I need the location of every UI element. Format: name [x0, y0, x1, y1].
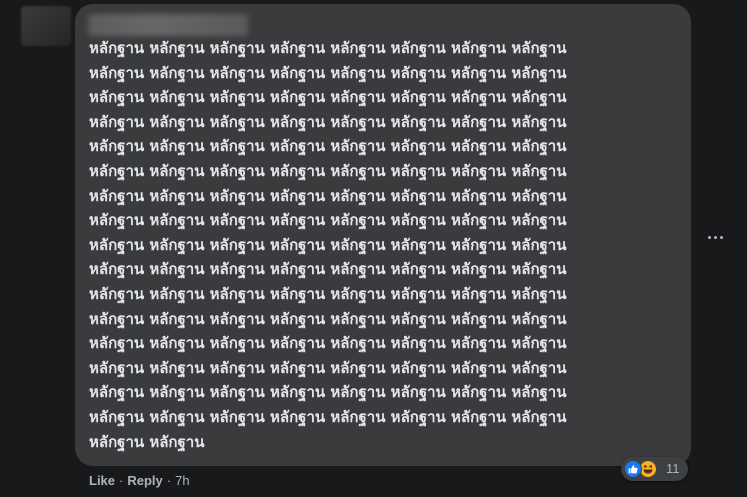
comment-line: หลักฐาน หลักฐาน หลักฐาน หลักฐาน หลักฐาน … — [89, 186, 567, 205]
like-link[interactable]: Like — [89, 473, 115, 488]
haha-face-glyph — [643, 465, 653, 474]
like-icon — [624, 460, 642, 478]
comment-line: หลักฐาน หลักฐาน หลักฐาน หลักฐาน หลักฐาน … — [89, 334, 567, 353]
comment-line: หลักฐาน หลักฐาน หลักฐาน หลักฐาน หลักฐาน … — [89, 88, 567, 107]
comment-line: หลักฐาน หลักฐาน หลักฐาน หลักฐาน หลักฐาน … — [89, 63, 567, 82]
comment-line: หลักฐาน หลักฐาน หลักฐาน หลักฐาน หลักฐาน … — [89, 39, 567, 57]
comment-line: หลักฐาน หลักฐาน หลักฐาน หลักฐาน หลักฐาน … — [89, 284, 567, 303]
comment-text: หลักฐาน หลักฐาน หลักฐาน หลักฐาน หลักฐาน … — [89, 36, 679, 454]
reactions-summary[interactable]: 11 — [621, 457, 688, 481]
comment-line: หลักฐาน หลักฐาน — [89, 432, 205, 451]
timestamp[interactable]: 7h — [175, 473, 189, 488]
reaction-count: 11 — [666, 461, 680, 476]
comment-line: หลักฐาน หลักฐาน หลักฐาน หลักฐาน หลักฐาน … — [89, 235, 567, 254]
comment-line: หลักฐาน หลักฐาน หลักฐาน หลักฐาน หลักฐาน … — [89, 407, 567, 426]
comment-line: หลักฐาน หลักฐาน หลักฐาน หลักฐาน หลักฐาน … — [89, 112, 567, 131]
author-name-redacted[interactable] — [88, 14, 248, 36]
comment-line: หลักฐาน หลักฐาน หลักฐาน หลักฐาน หลักฐาน … — [89, 309, 567, 328]
separator-dot: · — [166, 472, 172, 488]
comment-line: หลักฐาน หลักฐาน หลักฐาน หลักฐาน หลักฐาน … — [89, 161, 567, 180]
comment-line: หลักฐาน หลักฐาน หลักฐาน หลักฐาน หลักฐาน … — [89, 358, 567, 377]
comment-line: หลักฐาน หลักฐาน หลักฐาน หลักฐาน หลักฐาน … — [89, 383, 567, 402]
more-options-icon[interactable] — [703, 227, 727, 247]
comment-actions: Like · Reply · 7h — [89, 472, 190, 488]
comment-line: หลักฐาน หลักฐาน หลักฐาน หลักฐาน หลักฐาน … — [89, 211, 567, 230]
separator-dot: · — [119, 472, 124, 488]
thumbs-up-glyph — [628, 464, 638, 474]
comment-line: หลักฐาน หลักฐาน หลักฐาน หลักฐาน หลักฐาน … — [89, 260, 567, 279]
avatar[interactable] — [21, 6, 71, 46]
comment-line: หลักฐาน หลักฐาน หลักฐาน หลักฐาน หลักฐาน … — [89, 137, 567, 156]
reply-link[interactable]: Reply — [127, 473, 162, 488]
